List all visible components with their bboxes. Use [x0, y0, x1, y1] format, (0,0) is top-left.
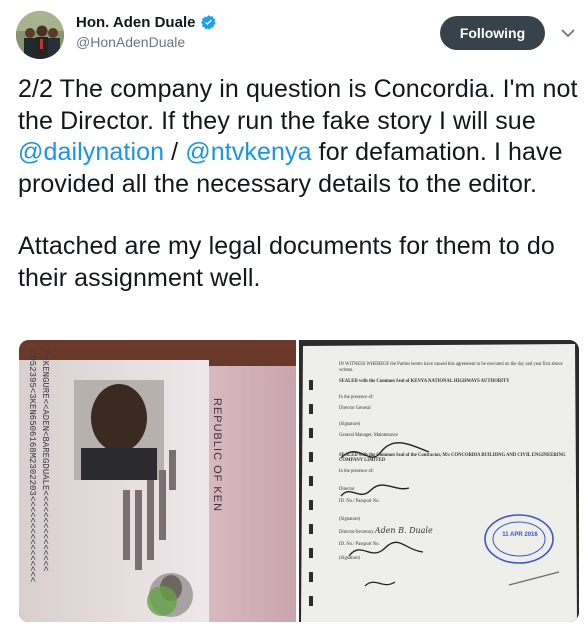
- signature-label: (Signature): [339, 555, 361, 561]
- seal-clause: SEALED with the Common Seal of KENYA NAT…: [339, 378, 510, 384]
- signature-label: (Signature): [339, 516, 361, 522]
- agreement-document-photo[interactable]: IN WITNESS WHEREOF the Parties hereto ha…: [299, 340, 579, 622]
- author-name[interactable]: Hon. Aden Duale: [76, 14, 195, 31]
- avatar-photo: [16, 11, 64, 59]
- passport-header: REPUBLIC OF KEN: [211, 398, 223, 513]
- tweet-paragraph: Attached are my legal documents for them…: [18, 232, 555, 292]
- director-general-label: Director General: [339, 406, 371, 412]
- tweet-media: P<KENGURE<<ADEN<BAREGDUALE<<<<<<<<<<<<<<…: [19, 340, 579, 622]
- verified-badge-icon: [200, 14, 217, 31]
- tweet-text: 2/2 The company in question is Concordia…: [18, 74, 578, 295]
- mention-ntvkenya-link[interactable]: @ntvkenya: [185, 138, 311, 166]
- author-handle[interactable]: @HonAdenDuale: [76, 34, 217, 50]
- passport-image: [19, 340, 296, 622]
- mrz-line: CD52395<3KEN6506168M2302203<<<<<<<<<<<<<…: [27, 350, 37, 583]
- chevron-down-icon[interactable]: [561, 28, 575, 38]
- tweet-text-segment: /: [164, 138, 186, 167]
- following-button[interactable]: Following: [440, 16, 545, 50]
- secretary-label: Director/Secretary: [339, 530, 374, 536]
- id-label: ID. No./ Passport No.: [339, 498, 380, 504]
- signature-label: (Signature): [339, 421, 361, 427]
- stamp-date: 11 APR 2016: [502, 532, 538, 538]
- tweet-paragraph: 2/2 The company in question is Concordia…: [18, 74, 578, 200]
- secretary-signature: Aden B. Duale: [374, 526, 433, 536]
- mrz-line: P<KENGURE<<ADEN<BAREGDUALE<<<<<<<<<<<<<<…: [40, 350, 50, 572]
- contractor-seal-clause: SEALED with the Common Seal of the Contr…: [339, 452, 566, 464]
- tweet-text-segment: 2/2 The company in question is Concordia…: [18, 75, 578, 135]
- presence-label: In the presence of:: [339, 469, 374, 475]
- presence-label: In the presence of:: [339, 395, 374, 401]
- passport-mrz: P<KENGURE<<ADEN<BAREGDUALE<<<<<<<<<<<<<<…: [25, 350, 51, 620]
- witness-clause: IN WITNESS WHEREOF the Parties hereto ha…: [339, 362, 563, 373]
- tweet-author: Hon. Aden Duale @HonAdenDuale: [76, 14, 217, 50]
- avatar[interactable]: [16, 11, 64, 59]
- id-label: ID. No./ Passport No.: [339, 542, 380, 548]
- mention-dailynation-link[interactable]: @dailynation: [18, 138, 164, 166]
- general-manager-label: General Manager, Maintenance: [339, 432, 399, 438]
- passport-photo[interactable]: P<KENGURE<<ADEN<BAREGDUALE<<<<<<<<<<<<<<…: [19, 340, 296, 622]
- director-label: Director: [339, 486, 355, 492]
